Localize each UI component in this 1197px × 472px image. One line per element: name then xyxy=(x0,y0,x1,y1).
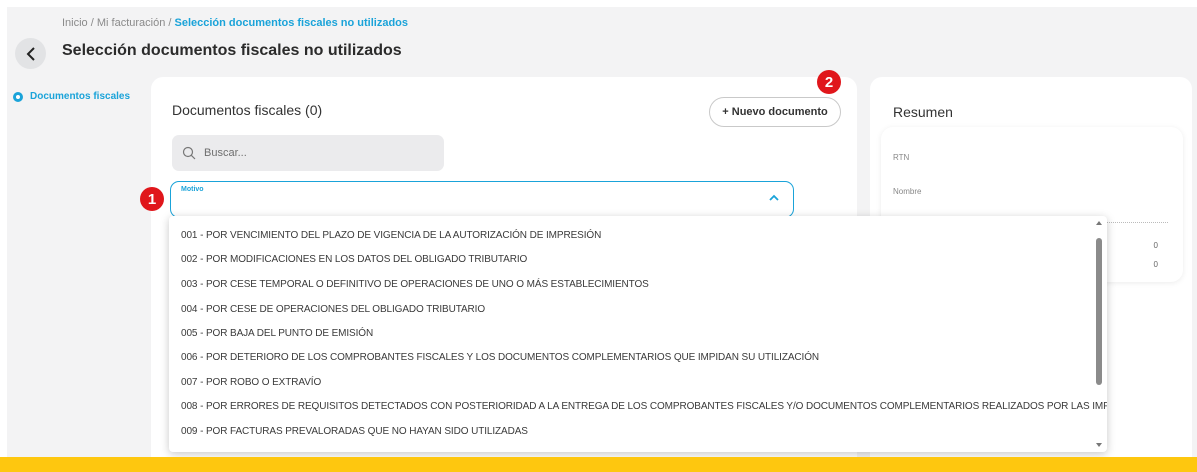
dropdown-option-008[interactable]: 008 - POR ERRORES DE REQUISITOS DETECTAD… xyxy=(181,401,1107,412)
motivo-dropdown-list: 001 - POR VENCIMIENTO DEL PLAZO DE VIGEN… xyxy=(169,216,1107,452)
sidebar-item-label: Documentos fiscales xyxy=(30,91,131,102)
breadcrumb-separator: / xyxy=(165,17,175,29)
dropdown-option-005[interactable]: 005 - POR BAJA DEL PUNTO DE EMISIÓN xyxy=(181,328,373,339)
chevron-left-icon xyxy=(26,46,35,61)
breadcrumb-current: Selección documentos fiscales no utiliza… xyxy=(174,17,409,29)
annotation-marker-1: 1 xyxy=(140,187,164,211)
back-button[interactable] xyxy=(15,38,46,69)
new-document-button[interactable]: + Nuevo documento xyxy=(709,97,841,127)
rtn-label: RTN xyxy=(893,153,910,162)
scrollbar[interactable] xyxy=(1093,216,1107,452)
summary-value: 0 xyxy=(1153,241,1158,250)
summary-divider xyxy=(1098,222,1168,223)
scroll-up-arrow-icon[interactable] xyxy=(1096,221,1102,225)
sidebar-item-documentos-fiscales[interactable]: Documentos fiscales xyxy=(13,91,130,102)
footer-bar xyxy=(0,457,1197,472)
dropdown-option-006[interactable]: 006 - POR DETERIORO DE LOS COMPROBANTES … xyxy=(181,352,819,363)
motivo-label: Motivo xyxy=(181,186,204,193)
scroll-down-arrow-icon[interactable] xyxy=(1096,443,1102,447)
documents-title: Documentos fiscales (0) xyxy=(172,102,323,118)
dropdown-option-001[interactable]: 001 - POR VENCIMIENTO DEL PLAZO DE VIGEN… xyxy=(181,230,601,241)
breadcrumb: Inicio / Mi facturación / Selección docu… xyxy=(62,17,408,29)
breadcrumb-section[interactable]: Mi facturación xyxy=(97,17,165,29)
search-icon xyxy=(182,146,196,160)
dropdown-option-007[interactable]: 007 - POR ROBO O EXTRAVÍO xyxy=(181,377,321,388)
breadcrumb-home[interactable]: Inicio xyxy=(62,17,88,29)
summary-title: Resumen xyxy=(893,104,953,120)
breadcrumb-separator: / xyxy=(87,17,97,29)
dropdown-option-004[interactable]: 004 - POR CESE DE OPERACIONES DEL OBLIGA… xyxy=(181,304,485,315)
dropdown-option-003[interactable]: 003 - POR CESE TEMPORAL O DEFINITIVO DE … xyxy=(181,279,649,290)
search-input[interactable] xyxy=(204,147,424,159)
scrollbar-thumb[interactable] xyxy=(1096,238,1102,385)
search-box xyxy=(172,135,444,171)
radio-selected-icon xyxy=(13,91,23,102)
summary-value: 0 xyxy=(1153,260,1158,269)
annotation-marker-2: 2 xyxy=(817,70,841,94)
dropdown-option-002[interactable]: 002 - POR MODIFICACIONES EN LOS DATOS DE… xyxy=(181,254,527,265)
page-title: Selección documentos fiscales no utiliza… xyxy=(62,42,402,59)
dropdown-option-009[interactable]: 009 - POR FACTURAS PREVALORADAS QUE NO H… xyxy=(181,426,528,437)
motivo-select[interactable]: Motivo xyxy=(170,181,794,218)
nombre-label: Nombre xyxy=(893,187,922,196)
chevron-up-icon xyxy=(769,194,779,201)
